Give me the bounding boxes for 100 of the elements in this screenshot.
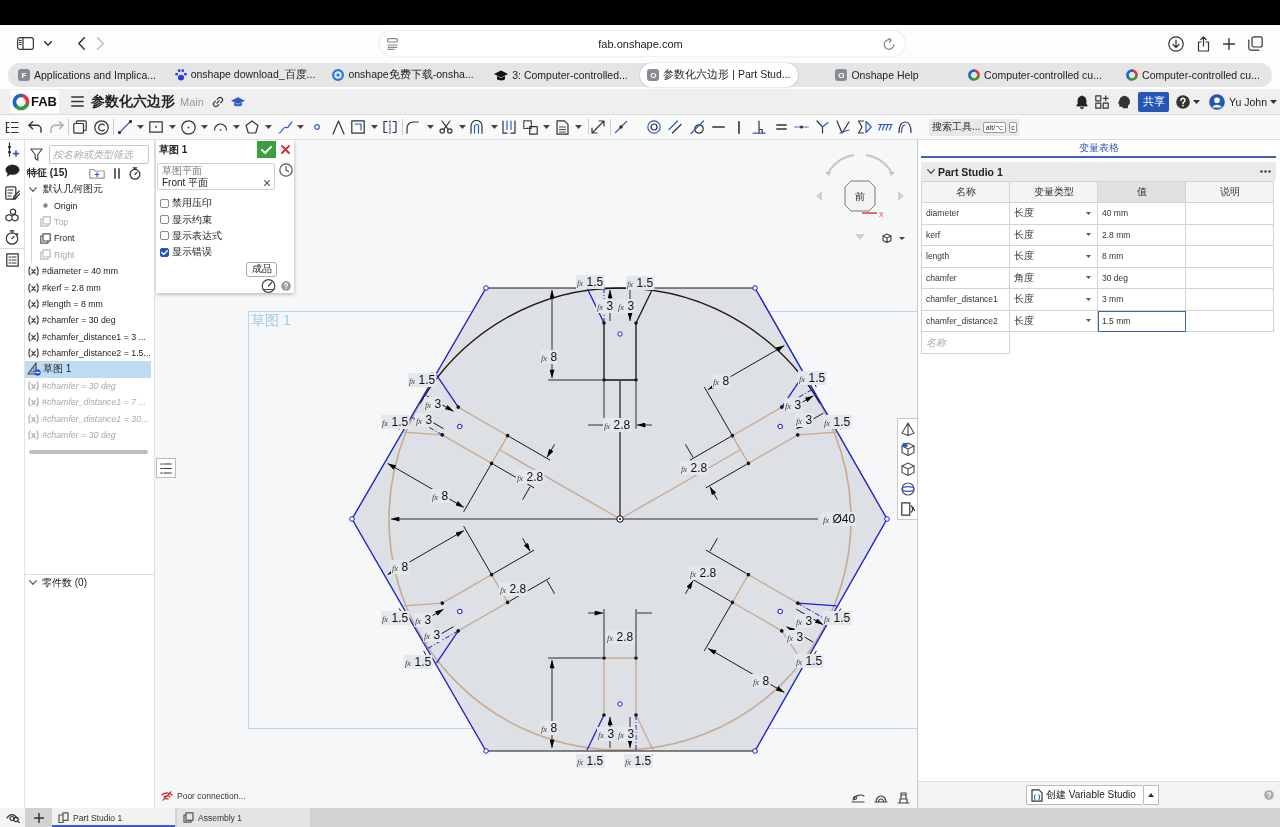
caret-icon[interactable] bbox=[168, 125, 176, 129]
dashed-line-brackets-icon[interactable] bbox=[383, 120, 397, 134]
feature-item[interactable]: #chamfer_distance2 = 1.5... bbox=[25, 344, 154, 362]
vertical-line-icon[interactable] bbox=[738, 120, 740, 134]
dimension-label[interactable]: fx 8 bbox=[391, 560, 410, 574]
dimension-label[interactable]: fx 2.8 bbox=[516, 470, 545, 484]
zigzag-triangle-icon[interactable] bbox=[856, 120, 872, 134]
column-header[interactable]: 值 bbox=[1098, 182, 1186, 203]
caret-icon[interactable] bbox=[574, 125, 582, 129]
dimension-label[interactable]: fx 1.5 bbox=[795, 654, 824, 668]
back-icon[interactable] bbox=[78, 37, 85, 50]
feature-item[interactable]: #length = 8 mm bbox=[25, 295, 154, 313]
checkbox[interactable] bbox=[160, 198, 169, 208]
dimension-label[interactable]: fx 2.8 bbox=[499, 582, 528, 596]
head-profile-icon[interactable] bbox=[1117, 94, 1132, 109]
dimension-label[interactable]: fx 1.5 bbox=[626, 276, 655, 290]
equals-sign-icon[interactable] bbox=[775, 124, 787, 130]
section-header[interactable]: Part Studio 1 bbox=[921, 162, 1276, 181]
dimension-label[interactable]: fx 1.5 bbox=[798, 371, 827, 385]
close-icon[interactable] bbox=[281, 145, 290, 154]
feature-item[interactable]: 草图 1 bbox=[25, 361, 151, 378]
stopwatch-icon[interactable] bbox=[129, 166, 141, 180]
dimension-label[interactable]: fx 3 bbox=[795, 614, 814, 628]
offset-squares-icon[interactable] bbox=[522, 119, 538, 135]
dimension-label[interactable]: fx 3 bbox=[597, 727, 616, 741]
cube-face-icon[interactable] bbox=[900, 442, 915, 456]
caret-up-icon[interactable] bbox=[1148, 793, 1154, 797]
square-icon[interactable] bbox=[351, 120, 365, 134]
dimension-label[interactable]: fx 1.5 bbox=[576, 754, 605, 768]
document-tab[interactable]: Assembly 1 bbox=[177, 808, 310, 827]
tree-group[interactable]: 默认几何图元 bbox=[25, 181, 154, 198]
value-cell[interactable]: 30 deg bbox=[1098, 267, 1186, 289]
dimension-label[interactable]: fx 8 bbox=[540, 350, 559, 364]
cube-section-icon[interactable] bbox=[900, 462, 915, 476]
caret-icon[interactable] bbox=[200, 125, 208, 129]
panel-tab[interactable]: 变量表格 bbox=[921, 140, 1276, 158]
download-icon[interactable] bbox=[1167, 35, 1184, 52]
browser-tab[interactable]: Computer-controlled cu... bbox=[956, 63, 1114, 87]
curve-ruler-icon[interactable] bbox=[851, 793, 865, 803]
cube-dropdown-icon[interactable] bbox=[882, 233, 906, 243]
line-icon[interactable] bbox=[118, 120, 132, 134]
tree-item[interactable]: Origin bbox=[32, 197, 154, 214]
new-variable-field[interactable]: 名称 bbox=[921, 332, 1010, 354]
fork-icon[interactable] bbox=[815, 120, 829, 134]
column-header[interactable]: 说明 bbox=[1186, 182, 1274, 203]
tree-list-icon[interactable] bbox=[5, 120, 19, 134]
dimension-label[interactable]: fx 3 bbox=[617, 727, 636, 741]
value-cell[interactable]: 3 mm bbox=[1098, 289, 1186, 311]
address-bar[interactable]: fab.onshape.com bbox=[380, 31, 905, 56]
stacked-squares-icon[interactable] bbox=[73, 120, 87, 134]
chevron-down-icon[interactable] bbox=[927, 169, 935, 174]
value-cell[interactable]: 1.5 mm bbox=[1098, 310, 1186, 332]
dimension-label[interactable]: fx 1.5 bbox=[624, 754, 653, 768]
sphere-icon[interactable] bbox=[900, 482, 915, 496]
feature-item[interactable]: #chamfer = 30 deg bbox=[25, 312, 154, 329]
checkbox[interactable] bbox=[160, 247, 169, 257]
column-header[interactable]: 变量类型 bbox=[1010, 182, 1098, 203]
type-dropdown[interactable]: 长度 bbox=[1010, 289, 1098, 311]
menu-icon[interactable] bbox=[71, 96, 84, 107]
pause-icon[interactable] bbox=[113, 167, 121, 179]
share-button[interactable]: 共享 bbox=[1138, 91, 1170, 112]
value-cell[interactable]: 8 mm bbox=[1098, 246, 1186, 268]
feature-item[interactable]: #chamfer_distance1 = 3 ... bbox=[25, 328, 154, 345]
caret-icon[interactable] bbox=[1193, 99, 1201, 104]
link-icon[interactable] bbox=[211, 95, 224, 108]
type-dropdown[interactable]: 角度 bbox=[1010, 267, 1098, 289]
caret-icon[interactable] bbox=[296, 125, 304, 129]
curve-icon[interactable] bbox=[277, 120, 293, 134]
finish-button[interactable]: 成品 bbox=[246, 261, 277, 277]
sketch-plane-field[interactable]: 草图平面 Front 平面 bbox=[157, 163, 275, 190]
avatar-icon[interactable] bbox=[1209, 93, 1226, 110]
feature-item[interactable]: #diameter = 40 mm bbox=[25, 262, 154, 280]
v-curve-icon[interactable] bbox=[836, 120, 850, 134]
browser-tab[interactable]: O Onshape Help bbox=[798, 63, 956, 87]
help-icon[interactable] bbox=[1176, 94, 1191, 109]
more-icon[interactable] bbox=[1260, 170, 1271, 173]
pyramid-icon[interactable] bbox=[900, 422, 915, 436]
dimension-label[interactable]: fx 3 bbox=[423, 628, 442, 642]
circle-tangent-icon[interactable] bbox=[690, 120, 704, 134]
dimension-label[interactable]: fx 3 bbox=[424, 397, 443, 411]
caret-icon[interactable] bbox=[264, 125, 272, 129]
dimension-label[interactable]: fx 3 bbox=[415, 413, 434, 427]
dimension-label[interactable]: fx 1.5 bbox=[381, 415, 410, 429]
value-cell[interactable]: 40 mm bbox=[1098, 203, 1186, 225]
bracket-lines-icon[interactable] bbox=[502, 120, 516, 134]
dimension-label[interactable]: fx 3 bbox=[596, 299, 615, 313]
browser-tab[interactable]: onshape download_百度... bbox=[166, 63, 324, 87]
browser-tab[interactable]: 3: Computer-controlled... bbox=[482, 63, 640, 87]
plus-icon[interactable] bbox=[1222, 37, 1235, 50]
graduation-cap-icon[interactable] bbox=[230, 96, 245, 107]
plus-icon[interactable] bbox=[33, 812, 44, 823]
cubes-icon[interactable] bbox=[4, 208, 20, 223]
rounded-corner-icon[interactable] bbox=[405, 120, 419, 134]
diagonal-arrow-icon[interactable] bbox=[591, 120, 605, 134]
document-icon[interactable] bbox=[555, 119, 569, 135]
perpendicular-icon[interactable] bbox=[752, 120, 766, 134]
nested-arches-icon[interactable] bbox=[469, 120, 483, 134]
small-circle-icon[interactable] bbox=[314, 124, 320, 130]
checkbox[interactable] bbox=[160, 215, 169, 225]
caret-icon[interactable] bbox=[1086, 276, 1091, 280]
